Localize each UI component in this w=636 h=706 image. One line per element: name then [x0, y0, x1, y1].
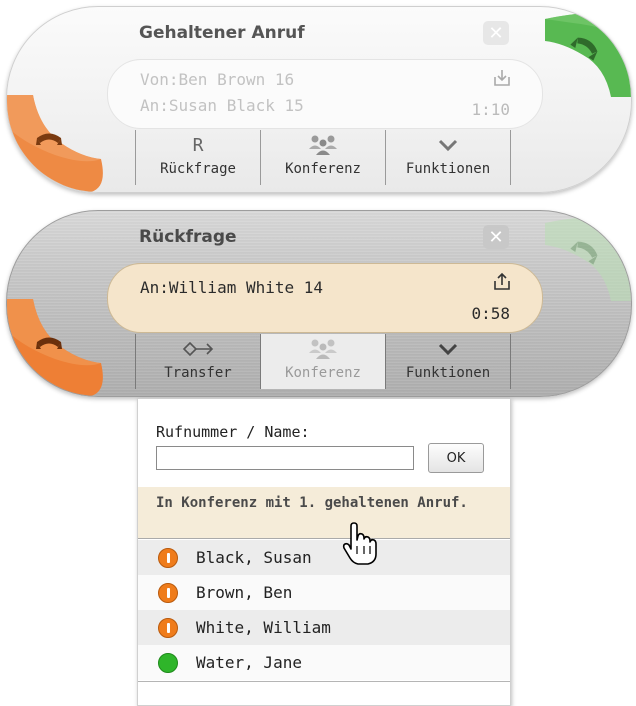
funktionen-button[interactable]: Funktionen: [385, 130, 511, 185]
held-call-panel: Gehaltener Anruf ✕ Von:Ben Brown 16 An:S…: [6, 6, 632, 193]
caller-to: An:Susan Black 15: [140, 96, 304, 115]
caller-from: Von:Ben Brown 16: [140, 70, 295, 89]
conference-icon: [309, 135, 337, 155]
transfer-button[interactable]: Transfer: [135, 334, 261, 389]
chevron-down-icon: [438, 139, 458, 152]
contact-row[interactable]: White, William: [138, 610, 510, 645]
button-label: Rückfrage: [160, 161, 236, 177]
download-icon[interactable]: [492, 68, 512, 88]
ok-button[interactable]: OK: [428, 443, 484, 473]
contact-name: White, William: [196, 618, 331, 637]
rueckfrage-button[interactable]: R Rückfrage: [135, 130, 261, 185]
busy-status-icon: [158, 582, 178, 603]
konferenz-button[interactable]: Konferenz: [260, 334, 386, 389]
conference-icon: [309, 339, 337, 359]
contact-list: Black, Susan Brown, Ben White, William W…: [138, 540, 510, 680]
contact-row[interactable]: Brown, Ben: [138, 575, 510, 610]
konferenz-button[interactable]: Konferenz: [260, 130, 386, 185]
button-label: Funktionen: [405, 365, 491, 381]
call-duration: 1:10: [471, 100, 510, 119]
button-label: Funktionen: [405, 161, 491, 177]
hangup-call-button[interactable]: [6, 95, 109, 193]
contact-row[interactable]: Black, Susan: [138, 540, 510, 575]
close-icon[interactable]: ✕: [483, 21, 509, 45]
busy-status-icon: [158, 617, 178, 638]
answer-call-button[interactable]: [533, 211, 632, 301]
call-display: Von:Ben Brown 16 An:Susan Black 15 1:10: [107, 59, 543, 129]
call-display: An:William White 14 0:58: [107, 263, 543, 333]
hand-cursor-icon: [342, 522, 377, 565]
contact-name: Brown, Ben: [196, 583, 293, 602]
contact-row[interactable]: Water, Jane: [138, 645, 510, 680]
contact-name: Black, Susan: [196, 548, 312, 567]
answer-call-button[interactable]: [533, 7, 632, 97]
divider: [138, 681, 510, 682]
upload-icon[interactable]: [492, 272, 512, 292]
conference-dropdown: Rufnummer / Name: OK In Konferenz mit 1.…: [137, 398, 511, 706]
letter-r-icon: R: [192, 134, 204, 156]
number-name-input[interactable]: [156, 446, 414, 470]
conference-held-call-option[interactable]: In Konferenz mit 1. gehaltenen Anruf.: [138, 487, 510, 539]
funktionen-button[interactable]: Funktionen: [385, 334, 511, 389]
button-label: Konferenz: [285, 365, 361, 381]
call-duration: 0:58: [471, 304, 510, 323]
busy-status-icon: [158, 547, 178, 568]
close-icon[interactable]: ✕: [483, 225, 509, 249]
consult-call-panel: Rückfrage ✕ An:William White 14 0:58 Tra…: [6, 210, 632, 397]
consult-function-bar: Transfer Konferenz Funktionen: [135, 334, 511, 389]
button-label: Konferenz: [285, 161, 361, 177]
panel-title: Gehaltener Anruf: [139, 23, 305, 43]
held-function-bar: R Rückfrage Konferenz Funktionen: [135, 130, 511, 185]
transfer-icon: [182, 341, 214, 357]
available-status-icon: [158, 652, 178, 673]
number-name-label: Rufnummer / Name:: [156, 423, 310, 441]
chevron-down-icon: [438, 343, 458, 356]
panel-title: Rückfrage: [139, 227, 237, 247]
hangup-call-button[interactable]: [6, 299, 109, 397]
caller-to: An:William White 14: [140, 278, 324, 297]
button-label: Transfer: [164, 365, 232, 381]
contact-name: Water, Jane: [196, 653, 302, 672]
